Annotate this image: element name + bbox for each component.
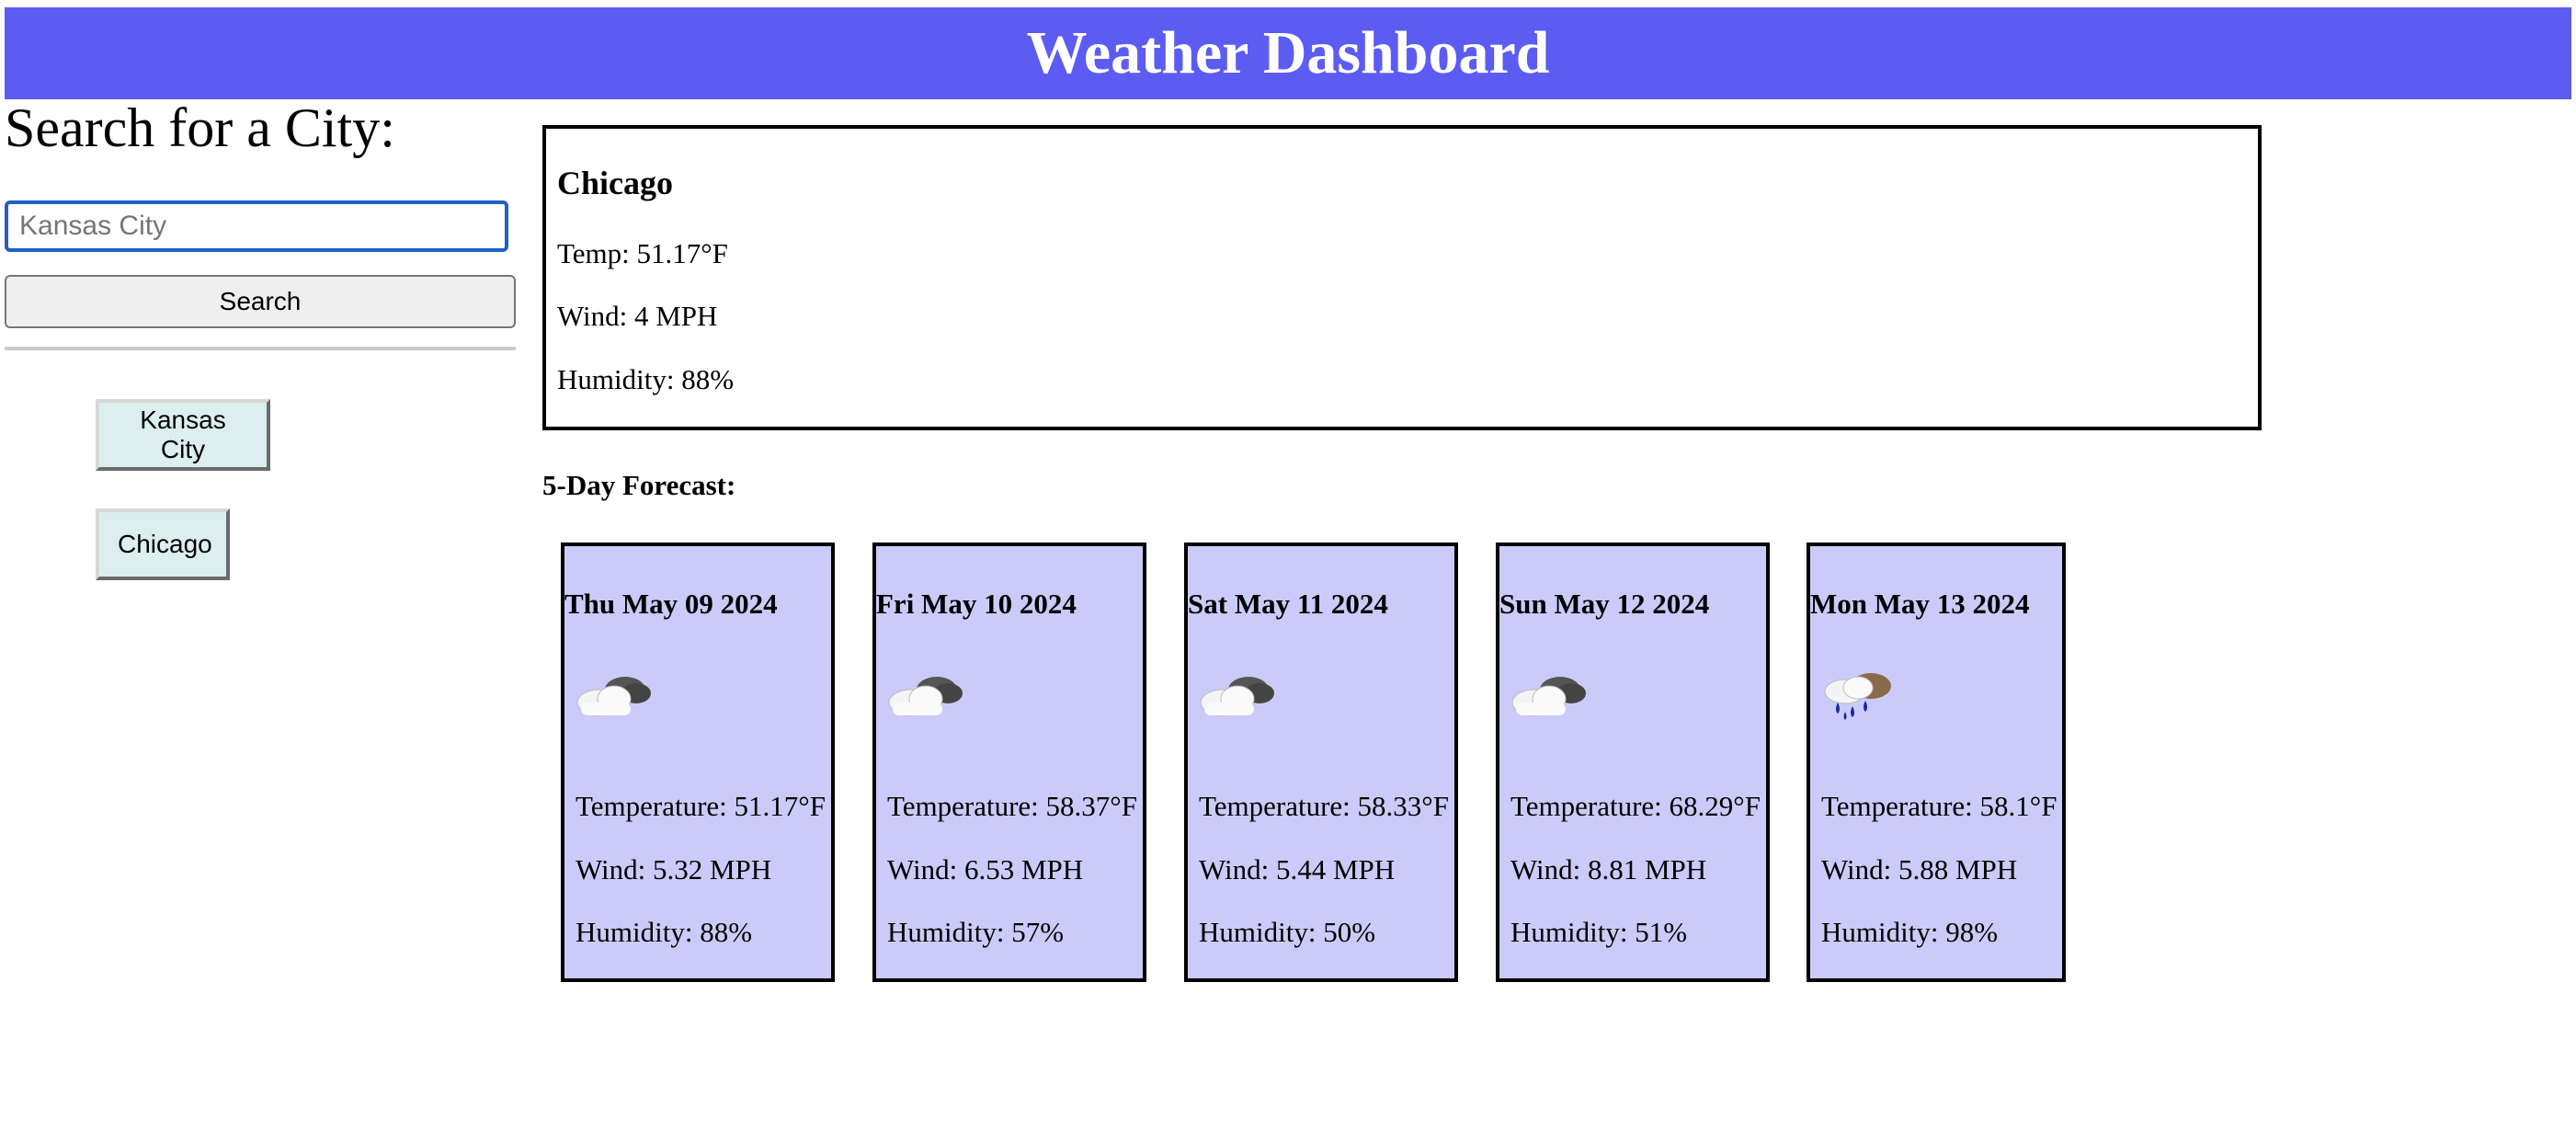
forecast-date: Sun May 12 2024 [1499, 588, 1710, 620]
current-temp: Temp: 51.17°F [557, 237, 728, 269]
forecast-wind: Wind: 5.44 MPH [1199, 853, 1396, 885]
forecast-date: Fri May 10 2024 [876, 588, 1077, 620]
forecast-humidity: Humidity: 88% [576, 916, 753, 948]
forecast-card: Fri May 10 2024 Temperature: 58.37°F Win… [872, 543, 1146, 982]
current-wind: Wind: 4 MPH [557, 300, 718, 332]
search-heading: Search for a City: [5, 97, 395, 158]
forecast-temp: Temperature: 68.29°F [1510, 790, 1761, 822]
cloudy-icon [888, 677, 963, 716]
page-title: Weather Dashboard [1026, 19, 1550, 86]
forecast-date: Sat May 11 2024 [1188, 588, 1388, 620]
forecast-wind: Wind: 6.53 MPH [887, 853, 1084, 885]
current-humidity: Humidity: 88% [557, 363, 735, 395]
forecast-wind: Wind: 5.32 MPH [576, 853, 772, 885]
sidebar-divider [5, 347, 516, 350]
history-button-chicago[interactable]: Chicago [96, 508, 230, 580]
current-weather-panel: Chicago Temp: 51.17°F Wind: 4 MPH Humidi… [542, 125, 2262, 430]
forecast-card: Sun May 12 2024 Temperature: 68.29°F Win… [1496, 543, 1770, 982]
history-button-kansas-city[interactable]: Kansas City [96, 399, 270, 471]
forecast-humidity: Humidity: 50% [1199, 916, 1376, 948]
forecast-card: Thu May 09 2024 Temperature: 51.17°F Win… [561, 543, 835, 982]
forecast-temp: Temperature: 58.33°F [1199, 790, 1449, 822]
forecast-wind: Wind: 5.88 MPH [1821, 853, 2018, 885]
forecast-humidity: Humidity: 57% [887, 916, 1065, 948]
cloudy-icon [1200, 677, 1274, 716]
forecast-humidity: Humidity: 98% [1821, 916, 1999, 948]
forecast-temp: Temperature: 51.17°F [576, 790, 826, 822]
forecast-title: 5-Day Forecast: [542, 469, 736, 501]
city-search-input[interactable] [5, 200, 508, 252]
forecast-date: Mon May 13 2024 [1810, 588, 2030, 620]
forecast-card: Mon May 13 2024 Temperature: 58.1°F Wind… [1807, 543, 2066, 982]
forecast-wind: Wind: 8.81 MPH [1510, 853, 1707, 885]
forecast-date: Thu May 09 2024 [564, 588, 778, 620]
forecast-temp: Temperature: 58.37°F [887, 790, 1137, 822]
search-button[interactable]: Search [5, 275, 516, 328]
cloudy-icon [1511, 677, 1586, 716]
cloudy-icon [576, 677, 651, 716]
forecast-temp: Temperature: 58.1°F [1821, 790, 2057, 822]
header-bar: Weather Dashboard [5, 7, 2571, 99]
current-city-name: Chicago [557, 165, 673, 201]
rain-icon [1824, 673, 1891, 720]
forecast-card: Sat May 11 2024 Temperature: 58.33°F Win… [1184, 543, 1458, 982]
forecast-humidity: Humidity: 51% [1510, 916, 1688, 948]
